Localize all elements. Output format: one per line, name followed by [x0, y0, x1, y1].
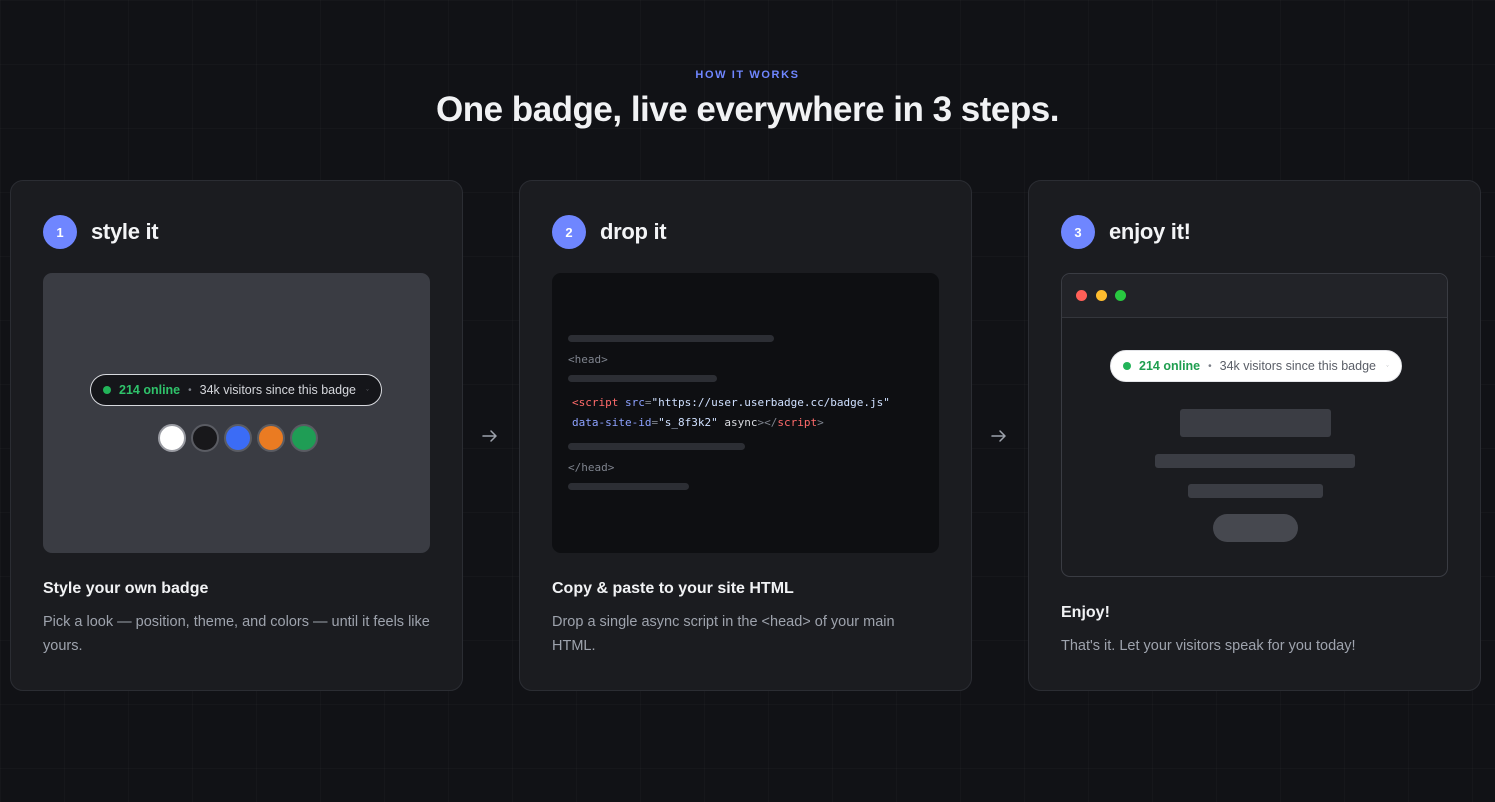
- page-placeholder-button: [1213, 514, 1298, 542]
- card-description: Drop a single async script in the <head>…: [552, 614, 895, 654]
- step-number: 3: [1061, 215, 1095, 249]
- code-placeholder-line: [568, 335, 774, 342]
- card-title: Copy & paste to your site HTML: [552, 580, 794, 597]
- step-header: 1 style it: [43, 215, 159, 249]
- online-count: 214 online: [1139, 359, 1201, 373]
- card-title: Style your own badge: [43, 580, 209, 597]
- section-eyebrow: HOW IT WORKS: [695, 69, 800, 81]
- arrow-right-icon: [991, 430, 1006, 442]
- step-title: style it: [91, 219, 159, 244]
- minimize-dot-icon: [1096, 290, 1107, 301]
- visitor-count: 34k visitors since this badge: [1219, 359, 1376, 373]
- step-header: 3 enjoy it!: [1061, 215, 1191, 249]
- page-placeholder-line: [1188, 484, 1323, 498]
- chevron-down-icon: [1386, 365, 1389, 367]
- code-placeholder-line: [568, 375, 717, 382]
- badge-separator: •: [1208, 360, 1212, 372]
- chevron-down-icon: [366, 389, 369, 391]
- code-head-close: </head>: [568, 461, 615, 474]
- step-card-style: 1 style it 214 online • 34k visitors sin…: [10, 180, 463, 691]
- live-badge[interactable]: 214 online • 34k visitors since this bad…: [1110, 350, 1402, 382]
- swatch-green[interactable]: [290, 424, 318, 452]
- swatch-orange[interactable]: [257, 424, 285, 452]
- badge-separator: •: [188, 384, 192, 396]
- step-number: 2: [552, 215, 586, 249]
- card-description: That's it. Let your visitors speak for y…: [1061, 638, 1356, 654]
- page-placeholder-line: [1155, 454, 1355, 468]
- code-snippet-panel: <head> <script src="https://user.userbad…: [552, 273, 939, 553]
- online-count: 214 online: [119, 383, 181, 397]
- code-script-line[interactable]: <script src="https://user.userbadge.cc/b…: [572, 396, 890, 409]
- maximize-dot-icon: [1115, 290, 1126, 301]
- browser-toolbar: [1062, 274, 1447, 318]
- close-dot-icon: [1076, 290, 1087, 301]
- card-description: Pick a look — position, theme, and color…: [43, 614, 430, 654]
- code-placeholder-line: [568, 443, 745, 450]
- arrow-right-icon: [482, 430, 497, 442]
- code-head-open: <head>: [568, 353, 608, 366]
- badge-preview-panel: 214 online • 34k visitors since this bad…: [43, 273, 430, 553]
- card-title: Enjoy!: [1061, 604, 1110, 621]
- badge-preview[interactable]: 214 online • 34k visitors since this bad…: [90, 374, 382, 406]
- step-header: 2 drop it: [552, 215, 667, 249]
- step-card-enjoy: 3 enjoy it! 214 online • 34k visitors si…: [1028, 180, 1481, 691]
- visitor-count: 34k visitors since this badge: [199, 383, 356, 397]
- code-placeholder-line: [568, 483, 689, 490]
- swatch-black[interactable]: [191, 424, 219, 452]
- step-card-drop: 2 drop it <head> <script src="https://us…: [519, 180, 972, 691]
- step-number: 1: [43, 215, 77, 249]
- color-swatches: [158, 424, 318, 452]
- page-placeholder-heading: [1180, 409, 1331, 437]
- step-title: enjoy it!: [1109, 219, 1191, 244]
- section-headline: One badge, live everywhere in 3 steps.: [436, 90, 1059, 129]
- step-title: drop it: [600, 219, 667, 244]
- online-dot-icon: [1123, 362, 1131, 370]
- code-script-line[interactable]: data-site-id="s_8f3k2" async></script>: [572, 416, 824, 429]
- browser-preview: 214 online • 34k visitors since this bad…: [1061, 273, 1448, 577]
- swatch-blue[interactable]: [224, 424, 252, 452]
- online-dot-icon: [103, 386, 111, 394]
- swatch-white[interactable]: [158, 424, 186, 452]
